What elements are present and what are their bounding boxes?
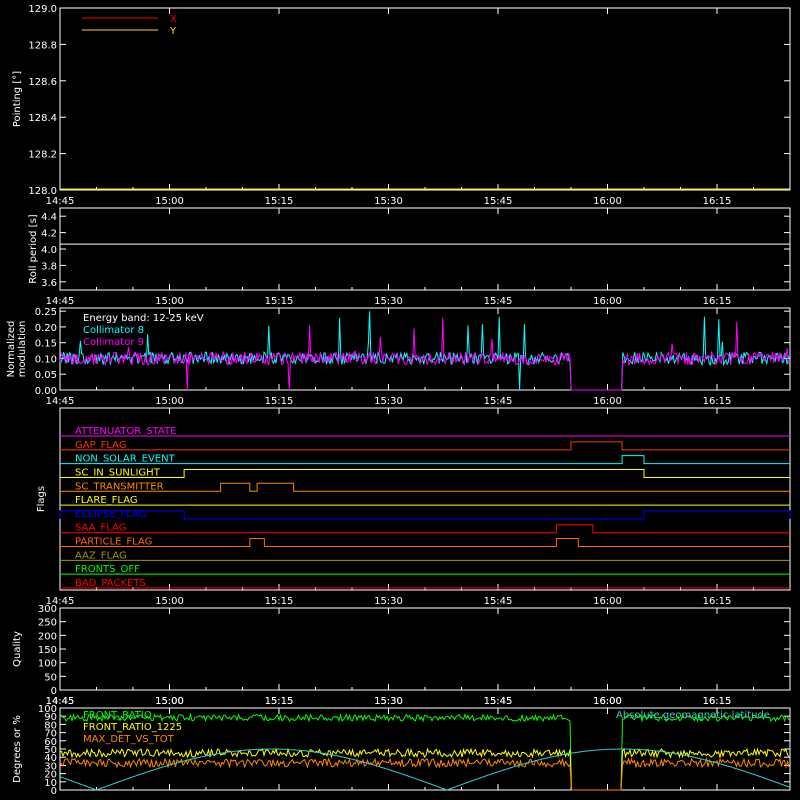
flag-line-sc-transmitter: [60, 482, 790, 492]
flag-label-bad-packets: BAD_PACKETS: [75, 578, 146, 589]
y-tick-label: 0.05: [35, 370, 57, 381]
x-tick-label: 16:00: [593, 296, 622, 307]
panel-4-frame: [59, 607, 791, 691]
panel-1-frame: [59, 207, 791, 291]
flag-label-saa-flag: SAA_FLAG: [75, 523, 126, 534]
degrees-axis-label: Degrees or %: [12, 715, 23, 783]
x-tick-label: 15:00: [155, 196, 184, 207]
chart-canvas: 14:45 15:00 15:15 15:30 15:45 16:00 16:15 128.0…: [6, 4, 791, 797]
x-tick-label: 15:30: [374, 196, 403, 207]
x-tick-label: 15:00: [155, 596, 184, 607]
x-tick-label: 16:15: [703, 596, 732, 607]
x-tick-label: 16:15: [703, 396, 732, 407]
flag-line-saa-flag: [60, 524, 790, 534]
y-tick-label: 3.8: [41, 261, 57, 272]
x-tick-label: 16:00: [593, 596, 622, 607]
flag-label-attenuator-state: ATTENUATOR_STATE: [75, 426, 176, 437]
y-tick-label: 200: [38, 631, 57, 642]
legend-geomagnetic-latitude: Absolute geomagnetic latitude: [616, 710, 770, 721]
y-tick-label: 3.6: [41, 278, 57, 289]
y-tick-label: 0.10: [35, 354, 57, 365]
degrees-series-front-ratio-1225: [59, 747, 790, 791]
y-tick-label: 250: [38, 618, 57, 629]
y-tick-label: 50: [44, 672, 57, 683]
x-tick-label: 15:30: [374, 596, 403, 607]
x-tick-label: 15:45: [484, 596, 513, 607]
legend-label-y: Y: [169, 26, 177, 37]
x-tick-label: 15:00: [155, 696, 184, 707]
x-tick-label: 15:15: [265, 696, 294, 707]
y-tick-label: 128.8: [28, 40, 57, 51]
x-tick-label: 14:45: [46, 296, 75, 307]
x-tick-label: 15:30: [374, 396, 403, 407]
flag-label-fronts-off: FRONTS_OFF: [75, 564, 140, 575]
roll-period-axis-label: Roll period [s]: [28, 214, 39, 283]
y-tick-label: 150: [38, 645, 57, 656]
lightcurve-figure: 14:45 15:00 15:15 15:30 15:45 16:00 16:15 128.0…: [0, 0, 800, 800]
x-tick-label: 15:45: [484, 396, 513, 407]
x-tick-label: 16:15: [703, 696, 732, 707]
x-tick-label: 15:15: [265, 196, 294, 207]
x-tick-label: 14:45: [46, 196, 75, 207]
y-tick-label: 0.00: [35, 386, 57, 397]
quality-axis-label: Quality: [12, 631, 23, 667]
flag-label-eclipse-flag: ECLIPSE_FLAG: [75, 509, 146, 520]
x-tick-label: 16:15: [703, 296, 732, 307]
y-tick-label: 0.25: [35, 307, 57, 318]
flag-line-eclipse-flag: [59, 510, 791, 520]
x-tick-label: 15:15: [265, 296, 294, 307]
x-tick-label: 14:45: [46, 696, 75, 707]
x-tick-label: 15:30: [374, 296, 403, 307]
x-tick-label: 15:45: [484, 696, 513, 707]
modulation-axis-label: modulation: [17, 321, 28, 378]
x-tick-label: 15:45: [484, 196, 513, 207]
y-tick-label: 129.0: [28, 4, 57, 15]
legend-label-x: X: [170, 14, 177, 25]
flag-label-gap-flag: GAP_FLAG: [75, 440, 127, 451]
x-tick-label: 15:00: [155, 296, 184, 307]
x-tick-label: 15:15: [265, 396, 294, 407]
y-tick-label: 0.15: [35, 339, 57, 350]
x-tick-label: 16:00: [593, 696, 622, 707]
flag-line-gap-flag: [60, 441, 790, 451]
y-tick-label: 4.4: [41, 212, 57, 223]
x-tick-label: 15:00: [155, 396, 184, 407]
x-tick-label: 15:45: [484, 296, 513, 307]
y-tick-label: 128.6: [28, 77, 57, 88]
modulation-legend-8: Collimator 8: [83, 325, 144, 336]
flag-label-non-solar-event: NON_SOLAR_EVENT: [75, 454, 176, 465]
x-tick-label: 15:30: [374, 696, 403, 707]
y-tick-label: 0.20: [35, 323, 57, 334]
flag-line-particle-flag: [60, 538, 790, 548]
x-tick-label: 16:00: [593, 396, 622, 407]
modulation-axis-label: Normalized: [6, 321, 17, 378]
modulation-legend-9: Collimator 9: [83, 337, 144, 348]
energy-band-label: Energy band: 12-25 keV: [83, 313, 204, 324]
pointing-axis-label: Pointing [°]: [12, 71, 23, 127]
y-tick-label: 300: [38, 604, 57, 615]
flag-label-sc-transmitter: SC_TRANSMITTER: [75, 481, 164, 492]
legend-front-ratio: FRONT_RATIO: [83, 710, 152, 721]
y-tick-label: 4.2: [41, 229, 57, 240]
y-tick-label: 4.0: [41, 245, 57, 256]
flag-label-flare-flag: FLARE_FLAG: [75, 495, 138, 506]
legend-front-ratio-1225: FRONT_RATIO_1225: [83, 722, 182, 733]
x-tick-label: 16:15: [703, 196, 732, 207]
legend-max-det-vs-tot: MAX_DET_VS_TOT: [83, 734, 175, 745]
y-tick-label: 128.0: [28, 186, 57, 197]
y-tick-label: 128.4: [28, 113, 57, 124]
x-tick-label: 16:00: [593, 196, 622, 207]
x-tick-label: 14:45: [46, 396, 75, 407]
y-tick-label: 100: [38, 659, 57, 670]
flag-label-sc-in-sunlight: SC_IN_SUNLIGHT: [75, 467, 161, 478]
flag-line-sc-in-sunlight: [60, 468, 790, 478]
x-tick-label: 15:15: [265, 596, 294, 607]
flag-label-aaz-flag: AAZ_FLAG: [75, 550, 127, 561]
flag-label-particle-flag: PARTICLE_FLAG: [75, 537, 152, 548]
modulation-series-9: [59, 317, 790, 391]
y-tick-label: 128.2: [28, 150, 57, 161]
flags-axis-label: Flags: [36, 486, 47, 512]
